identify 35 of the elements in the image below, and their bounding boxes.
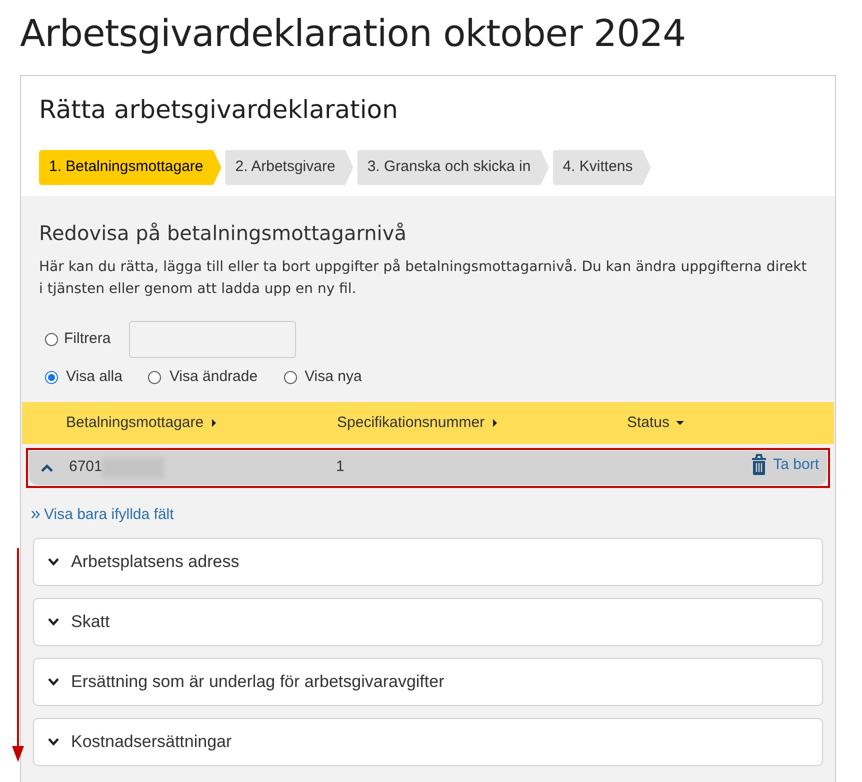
caret-right-icon	[490, 418, 499, 427]
accordion-section[interactable]: Arbetsplatsens adress	[33, 538, 823, 586]
section-heading: Redovisa på betalningsmottagarnivå	[39, 220, 406, 246]
step-tab[interactable]: 1. Betalningsmottagare	[39, 150, 222, 185]
accordion-section[interactable]: Kostnadsersättningar	[33, 718, 823, 766]
caret-down-icon	[676, 418, 684, 427]
description-text: Här kan du rätta, lägga till eller ta bort uppgifter på betalningsmottagarnivå. Du kan ändra uppgifterna direkt i tjänsten eller genom att ladda upp en ny fil.	[39, 258, 808, 299]
column-header[interactable]: Specifikationsnummer	[337, 412, 499, 434]
accordion-section[interactable]: Skatt	[33, 598, 823, 646]
double-chevron-icon	[31, 510, 40, 520]
column-header[interactable]: Betalningsmottagare	[66, 412, 218, 434]
filter-field[interactable]	[128, 320, 296, 358]
table-row[interactable]: 6701 1 Ta bort	[29, 450, 827, 484]
table-cell-text: 1	[336, 457, 344, 478]
view-option-label: Visa alla	[66, 367, 122, 387]
accordion-section[interactable]: Ersättning som är underlag för arbetsgivaravgifter	[33, 658, 823, 706]
view-option-label: Visa nya	[304, 367, 362, 387]
step-tab[interactable]: 3. Granska och skicka in	[357, 150, 549, 185]
radio-button[interactable]	[284, 370, 297, 384]
table-cell-text: 6701	[69, 457, 102, 478]
step-tab[interactable]: 4. Kvittens	[552, 150, 651, 185]
radio-button[interactable]	[45, 332, 58, 346]
page-title: Arbetsgivardeklaration oktober 2024	[20, 12, 686, 56]
show-filled-fields-link[interactable]: Visa bara ifyllda fält	[31, 504, 174, 526]
caret-right-icon	[210, 418, 218, 427]
card-title: Rätta arbetsgivardeklaration	[39, 94, 398, 126]
radio-button[interactable]	[45, 370, 58, 384]
chevron-up-icon[interactable]	[41, 464, 53, 472]
filter-label: Filtrera	[64, 328, 111, 349]
trash-icon	[751, 454, 768, 476]
radio-button[interactable]	[148, 370, 162, 384]
column-header[interactable]: Status	[627, 412, 684, 434]
view-option-label: Visa ändrade	[169, 367, 258, 387]
delete-button[interactable]: Ta bort	[751, 454, 819, 476]
step-tab[interactable]: 2. Arbetsgivare	[225, 150, 354, 185]
